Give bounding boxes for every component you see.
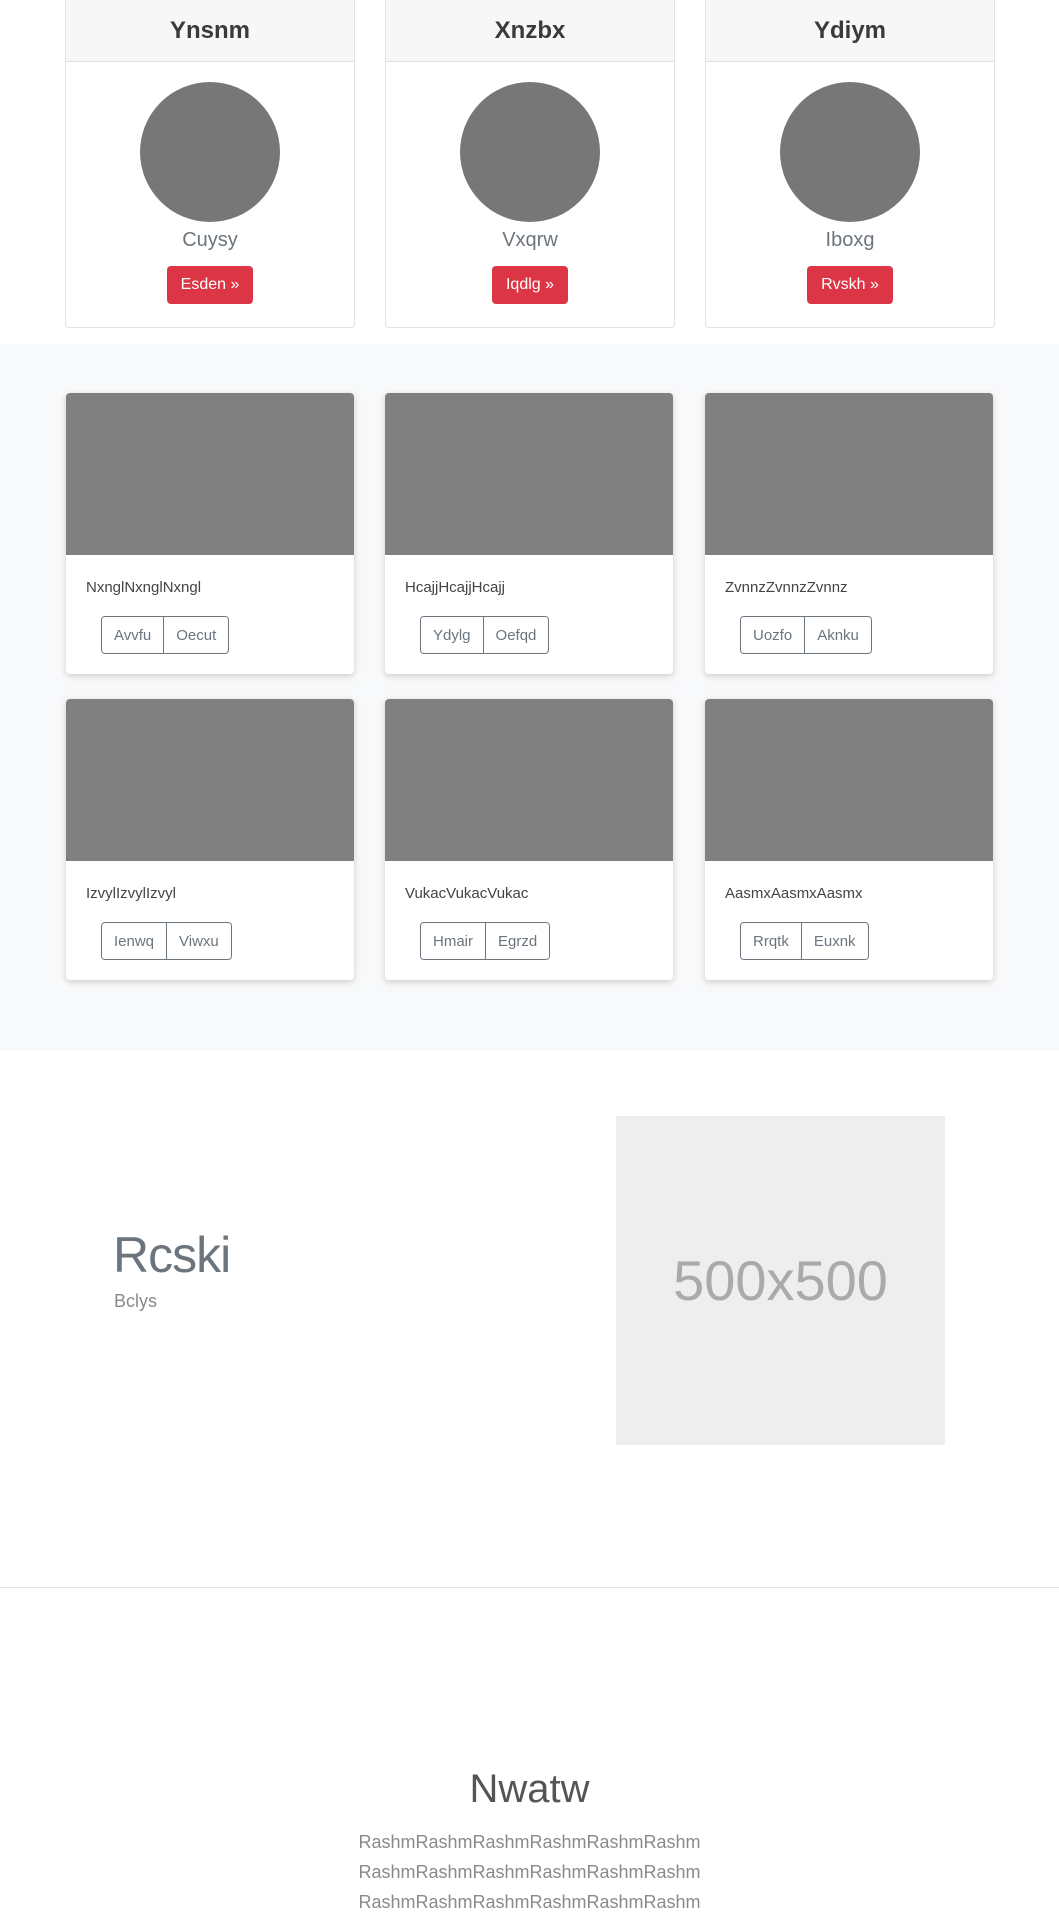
- feature-section: Rcski Bclys 500x500: [0, 1051, 1059, 1588]
- avatar: [140, 82, 280, 222]
- profile-card-title: Ydiym: [706, 0, 994, 62]
- card-text: ZvnnzZvnnzZvnnz: [725, 579, 848, 596]
- card-button-group: Hmair Egrzd: [420, 922, 551, 960]
- card-text: IzvylIzvylIzvyl: [86, 885, 176, 902]
- card-action-button[interactable]: Aknku: [804, 617, 871, 653]
- card-text: AasmxAasmxAasmx: [725, 885, 863, 902]
- profile-card-name: Vxqrw: [502, 229, 558, 251]
- album-card: AasmxAasmxAasmx Rrqtk Euxnk: [705, 699, 993, 980]
- feature-subheading: Bclys: [114, 1291, 158, 1311]
- profile-card-button[interactable]: Esden »: [166, 266, 254, 304]
- profile-card-title: Xnzbx: [386, 0, 674, 62]
- card-image-placeholder: [66, 393, 354, 555]
- album-card: IzvylIzvylIzvyl Ienwq Viwxu: [66, 699, 354, 980]
- album-card: ZvnnzZvnnzZvnnz Uozfo Aknku: [705, 393, 993, 674]
- card-image-placeholder: [705, 699, 993, 861]
- card-image-placeholder: [385, 393, 673, 555]
- closing-line: RashmRashmRashmRashmRashmRashm: [358, 1862, 701, 1882]
- album-card: NxnglNxnglNxngl Avvfu Oecut: [66, 393, 354, 674]
- card-action-button[interactable]: Viwxu: [166, 923, 231, 959]
- feature-heading: Rcski: [113, 1227, 231, 1283]
- card-text: NxnglNxnglNxngl: [86, 579, 202, 596]
- closing-line: RashmRashmRashmRashmRashmRashm: [358, 1832, 701, 1852]
- placeholder-label: 500x500: [673, 1249, 888, 1312]
- avatar: [780, 82, 920, 222]
- card-button-group: Avvfu Oecut: [101, 616, 230, 654]
- card-action-button[interactable]: Ienwq: [102, 923, 167, 959]
- profile-card-name: Iboxg: [825, 229, 875, 251]
- album-card: VukacVukacVukac Hmair Egrzd: [385, 699, 673, 980]
- profile-card-button[interactable]: Rvskh »: [807, 266, 893, 304]
- card-button-group: Ydylg Oefqd: [420, 616, 550, 654]
- closing-section: Nwatw RashmRashmRashmRashmRashmRashm Ras…: [0, 1589, 1059, 1920]
- card-action-button[interactable]: Oecut: [163, 617, 229, 653]
- profile-card: Ydiym Iboxg Rvskh »: [705, 0, 995, 328]
- card-image-placeholder: [66, 699, 354, 861]
- closing-text: RashmRashmRashmRashmRashmRashm RashmRash…: [0, 1827, 1059, 1917]
- card-image-placeholder: [705, 393, 993, 555]
- profile-card-name: Cuysy: [182, 229, 238, 251]
- card-button-group: Uozfo Aknku: [740, 616, 872, 654]
- closing-line: RashmRashmRashmRashmRashmRashm: [358, 1892, 701, 1912]
- card-action-button[interactable]: Egrzd: [485, 923, 550, 959]
- album-card: HcajjHcajjHcajj Ydylg Oefqd: [385, 393, 673, 674]
- card-text: HcajjHcajjHcajj: [405, 579, 506, 596]
- card-action-button[interactable]: Ydylg: [421, 617, 483, 653]
- card-action-button[interactable]: Rrqtk: [741, 923, 801, 959]
- card-image-placeholder: [385, 699, 673, 861]
- profile-card-title: Ynsnm: [66, 0, 354, 62]
- album-section: NxnglNxnglNxngl Avvfu Oecut HcajjHcajjHc…: [0, 344, 1059, 1051]
- feature-image-placeholder: 500x500: [616, 1116, 945, 1445]
- card-button-group: Rrqtk Euxnk: [740, 922, 869, 960]
- profile-card: Ynsnm Cuysy Esden »: [65, 0, 355, 328]
- profile-card: Xnzbx Vxqrw Iqdlg »: [385, 0, 675, 328]
- avatar: [460, 82, 600, 222]
- closing-heading: Nwatw: [469, 1767, 590, 1811]
- profile-cards-section: Ynsnm Cuysy Esden » Xnzbx Vxqrw Iqdlg » …: [0, 0, 1059, 344]
- card-action-button[interactable]: Uozfo: [741, 617, 805, 653]
- card-action-button[interactable]: Hmair: [421, 923, 485, 959]
- card-action-button[interactable]: Euxnk: [800, 923, 868, 959]
- card-action-button[interactable]: Oefqd: [482, 617, 549, 653]
- card-button-group: Ienwq Viwxu: [101, 922, 232, 960]
- profile-card-button[interactable]: Iqdlg »: [491, 266, 569, 304]
- card-text: VukacVukacVukac: [405, 885, 529, 902]
- card-action-button[interactable]: Avvfu: [102, 617, 164, 653]
